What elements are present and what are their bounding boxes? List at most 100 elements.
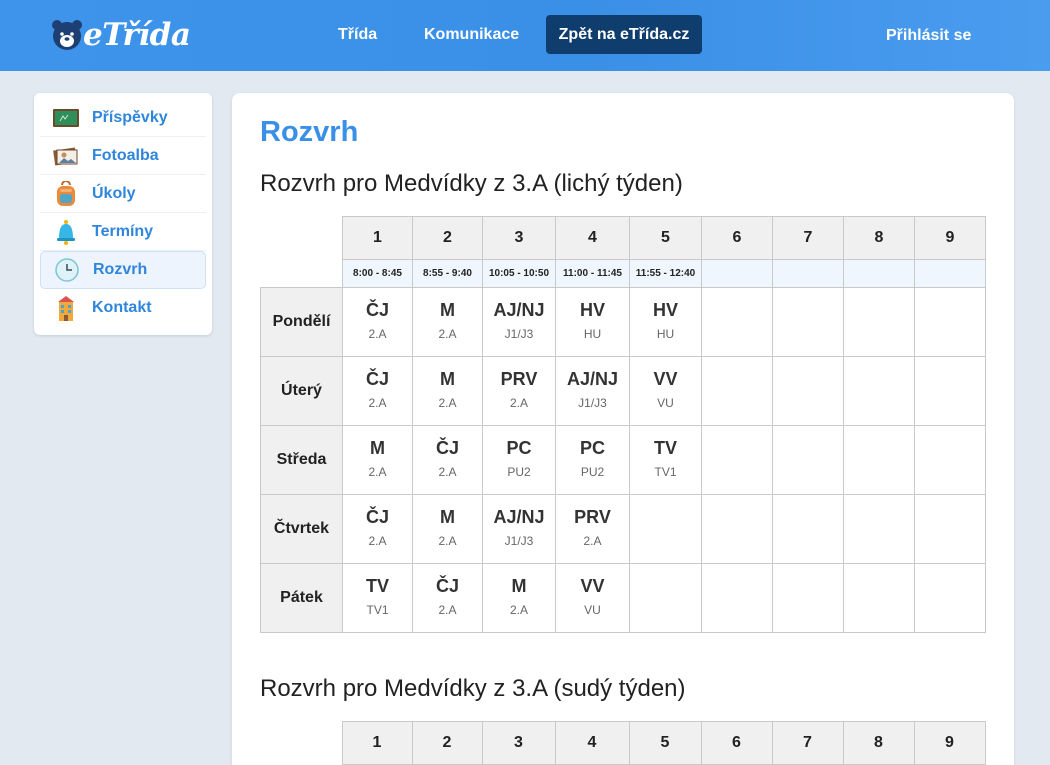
lesson-subject: AJ/NJ [493,507,545,527]
corner-cell [261,217,343,260]
period-number-header: 9 [914,216,986,260]
logo-text: eTřída [83,17,191,53]
lesson-room: 2.A [368,465,387,479]
period-number-header: 5 [629,216,702,260]
sidebar-item-prispevky[interactable]: Příspěvky [40,99,206,137]
lesson-cell[interactable]: AJ/NJ J1/J3 [482,287,556,357]
empty-lesson-cell [914,287,986,357]
lesson-room: TV1 [366,603,389,617]
empty-lesson-cell [629,563,702,633]
odd-week-title: Rozvrh pro Medvídky z 3.A (lichý týden) [260,170,683,197]
period-number-header: 8 [843,216,915,260]
lesson-cell[interactable]: AJ/NJ J1/J3 [555,356,630,426]
empty-lesson-cell [772,287,844,357]
period-time-header: 11:00 - 11:45 [555,259,630,288]
timetable-row: Čtvrtek ČJ 2.A M 2.A AJ/NJ J1/J3 PRV 2.A [260,494,986,564]
lesson-cell[interactable]: VV VU [555,563,630,633]
sidebar-item-rozvrh[interactable]: Rozvrh [40,251,206,289]
timetable-row: Pátek TV TV1 ČJ 2.A M 2.A VV VU [260,563,986,633]
period-number-header: 6 [700,721,773,765]
lesson-cell[interactable]: ČJ 2.A [412,425,483,495]
lesson-cell[interactable]: PRV 2.A [555,494,630,564]
lesson-subject: VV [580,576,605,596]
corner-cell [260,722,342,765]
clock-icon [53,257,81,283]
etrida-logo[interactable]: eTřída [52,15,191,55]
sidebar-item-fotoalba[interactable]: Fotoalba [40,137,206,175]
lesson-room: J1/J3 [504,534,534,548]
period-time-header [772,259,844,288]
lesson-room: 2.A [583,534,602,548]
lesson-subject: PRV [500,369,538,389]
period-time-header [843,259,915,288]
lesson-cell[interactable]: HV HU [629,287,702,357]
lesson-subject: M [370,438,385,458]
lesson-cell[interactable]: M 2.A [412,287,483,357]
lesson-cell[interactable]: PRV 2.A [482,356,556,426]
empty-lesson-cell [772,494,844,564]
period-number-header: 1 [341,721,413,765]
lesson-room: 2.A [368,396,387,410]
lesson-cell[interactable]: M 2.A [412,494,483,564]
lesson-subject: TV [365,576,389,596]
main-content-panel: Rozvrh Rozvrh pro Medvídky z 3.A (lichý … [232,93,1014,765]
period-time-header [914,259,986,288]
period-number-header: 2 [412,216,483,260]
lesson-subject: VV [653,369,678,389]
lesson-subject: HV [579,300,605,320]
lesson-room: HU [583,327,602,341]
timetable-row: Středa M 2.A ČJ 2.A PC PU2 PC PU2 TV TV1 [260,425,986,495]
lesson-subject: ČJ [435,438,459,458]
lesson-cell[interactable]: ČJ 2.A [412,563,483,633]
empty-lesson-cell [772,425,844,495]
period-number-header: 7 [772,216,844,260]
lesson-cell[interactable]: ČJ 2.A [342,356,413,426]
day-name-cell: Středa [260,425,343,495]
day-name-cell: Čtvrtek [260,494,343,564]
empty-lesson-cell [701,425,773,495]
period-number-header: 2 [411,721,483,765]
lesson-cell[interactable]: M 2.A [412,356,483,426]
lesson-room: PU2 [507,465,531,479]
sidebar-item-label: Příspěvky [92,108,168,126]
sidebar-item-label: Rozvrh [93,261,148,278]
empty-lesson-cell [843,356,915,426]
lesson-room: 2.A [438,327,457,341]
lesson-subject: ČJ [365,300,389,320]
lesson-subject: PC [506,438,532,458]
lesson-cell[interactable]: AJ/NJ J1/J3 [482,494,556,564]
lesson-cell[interactable]: TV TV1 [342,563,413,633]
lesson-cell[interactable]: TV TV1 [629,425,702,495]
login-link[interactable]: Přihlásit se [886,27,971,45]
empty-lesson-cell [843,425,915,495]
lesson-cell[interactable]: ČJ 2.A [342,287,413,357]
period-time-header [701,259,773,288]
lesson-cell[interactable]: VV VU [629,356,702,426]
lesson-cell[interactable]: ČJ 2.A [342,494,413,564]
even-week-title: Rozvrh pro Medvídky z 3.A (sudý týden) [260,675,686,702]
lesson-room: TV1 [654,465,677,479]
period-time-header: 10:05 - 10:50 [482,259,556,288]
empty-lesson-cell [914,425,986,495]
sidebar-item-ukoly[interactable]: Úkoly [40,175,206,213]
lesson-room: VU [584,603,601,617]
lesson-cell[interactable]: PC PU2 [555,425,630,495]
timetable-row: Úterý ČJ 2.A M 2.A PRV 2.A AJ/NJ J1/J3 VV VU [260,356,986,426]
back-to-etrida-button[interactable]: Zpět na eTřída.cz [546,15,702,54]
lesson-cell[interactable]: HV HU [555,287,630,357]
lesson-subject: ČJ [435,576,459,596]
sidebar-item-kontakt[interactable]: Kontakt [40,289,206,327]
lesson-subject: PRV [574,507,611,527]
nav-link-komunikace[interactable]: Komunikace [424,26,519,44]
empty-lesson-cell [701,494,773,564]
lesson-room: 2.A [438,534,457,548]
period-number-header: 1 [342,216,413,260]
lesson-cell[interactable]: M 2.A [342,425,413,495]
empty-lesson-cell [701,563,773,633]
lesson-cell[interactable]: M 2.A [482,563,556,633]
lesson-cell[interactable]: PC PU2 [482,425,556,495]
period-number-header: 6 [701,216,773,260]
sidebar-item-label: Fotoalba [92,146,159,164]
nav-link-trida[interactable]: Třída [338,26,377,44]
sidebar-item-terminy[interactable]: Termíny [40,213,206,251]
